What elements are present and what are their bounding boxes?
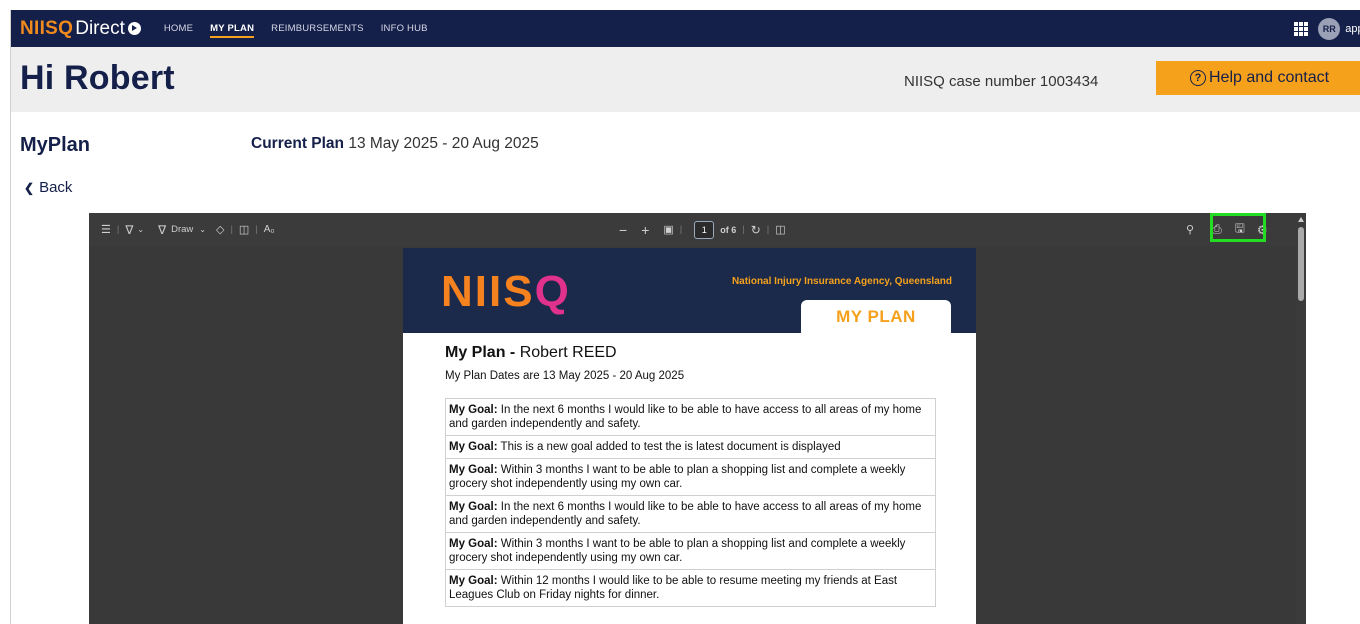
back-link[interactable]: ❮ Back bbox=[24, 179, 72, 196]
goal-row: My Goal: This is a new goal added to tes… bbox=[445, 436, 936, 459]
nav-my-plan[interactable]: MY PLAN bbox=[210, 10, 255, 47]
goal-row: My Goal: In the next 6 months I would li… bbox=[445, 496, 936, 533]
app-frame: NIISQ Direct HOME MY PLAN REIMBURSEMENTS… bbox=[10, 10, 1360, 624]
nav-right: RR appi bbox=[1294, 10, 1360, 47]
page-view-icon[interactable]: ◫ bbox=[775, 223, 785, 236]
print-save-highlight bbox=[1210, 213, 1266, 242]
current-plan: Current Plan 13 May 2025 - 20 Aug 2025 bbox=[251, 135, 539, 153]
zoom-out-button[interactable]: − bbox=[619, 222, 627, 238]
page-number-input[interactable]: 1 bbox=[694, 220, 715, 239]
back-label: Back bbox=[39, 179, 73, 196]
pdf-viewer: ☰ | ∇ ⌄ ∇ Draw ⌄ ◇ | ◫ | A₀ − + ▣ | 1 of… bbox=[89, 213, 1306, 624]
current-plan-label: Current Plan bbox=[251, 135, 345, 152]
search-icon[interactable]: ⚲ bbox=[1186, 223, 1194, 236]
toolbar-left: ☰ | ∇ ⌄ ∇ Draw ⌄ ◇ | ◫ | A₀ bbox=[101, 222, 275, 237]
draw-icon[interactable]: ∇ bbox=[158, 223, 166, 237]
draw-label[interactable]: Draw bbox=[171, 224, 193, 235]
current-plan-dates: 13 May 2025 - 20 Aug 2025 bbox=[348, 135, 539, 152]
goal-row: My Goal: Within 3 months I want to be ab… bbox=[445, 533, 936, 570]
page-title: Hi Robert bbox=[20, 59, 175, 97]
agency-name: National Injury Insurance Agency, Queens… bbox=[731, 276, 952, 287]
document-header: NIISQ National Injury Insurance Agency, … bbox=[403, 248, 976, 333]
highlight-dropdown-icon[interactable]: ⌄ bbox=[137, 225, 144, 234]
brand-arrow-icon bbox=[127, 22, 141, 35]
document-page: NIISQ National Injury Insurance Agency, … bbox=[403, 248, 976, 624]
pdf-toolbar: ☰ | ∇ ⌄ ∇ Draw ⌄ ◇ | ◫ | A₀ − + ▣ | 1 of… bbox=[89, 213, 1306, 246]
highlight-icon[interactable]: ∇ bbox=[125, 223, 133, 237]
text-box-icon[interactable]: ◫ bbox=[239, 223, 249, 236]
app-name[interactable]: appi bbox=[1345, 23, 1360, 35]
nav-home[interactable]: HOME bbox=[164, 10, 193, 47]
case-number: NIISQ case number 1003434 bbox=[904, 73, 1099, 90]
list-icon[interactable]: ☰ bbox=[101, 223, 111, 236]
my-plan-tab: MY PLAN bbox=[801, 300, 951, 333]
top-nav: NIISQ Direct HOME MY PLAN REIMBURSEMENTS… bbox=[11, 10, 1360, 47]
nav-info-hub[interactable]: INFO HUB bbox=[381, 10, 428, 47]
nav-links: HOME MY PLAN REIMBURSEMENTS INFO HUB bbox=[164, 10, 445, 47]
brand-niisq: NIISQ bbox=[20, 18, 74, 39]
apps-grid-icon[interactable] bbox=[1294, 21, 1309, 36]
avatar[interactable]: RR bbox=[1318, 17, 1341, 40]
document-title: My Plan - Robert REED bbox=[445, 344, 617, 361]
viewer-scrollbar[interactable] bbox=[1296, 213, 1306, 624]
zoom-in-button[interactable]: + bbox=[641, 222, 649, 238]
fit-page-icon[interactable]: ▣ bbox=[663, 223, 673, 236]
rotate-icon[interactable]: ↻ bbox=[751, 223, 761, 237]
niisq-logo: NIISQ bbox=[441, 267, 571, 316]
toolbar-center: − + ▣ | 1 of 6 | ↻ | ◫ bbox=[619, 220, 786, 239]
draw-dropdown-icon[interactable]: ⌄ bbox=[199, 225, 206, 234]
help-icon: ? bbox=[1190, 70, 1206, 86]
brand-direct: Direct bbox=[75, 18, 125, 39]
scroll-up-icon[interactable] bbox=[1298, 217, 1304, 222]
read-aloud-icon[interactable]: A₀ bbox=[264, 224, 275, 235]
goal-row: My Goal: In the next 6 months I would li… bbox=[445, 399, 936, 436]
goal-row: My Goal: Within 3 months I want to be ab… bbox=[445, 459, 936, 496]
eraser-icon[interactable]: ◇ bbox=[216, 223, 224, 236]
brand-logo[interactable]: NIISQ Direct bbox=[20, 19, 141, 38]
goals-table: My Goal: In the next 6 months I would li… bbox=[445, 398, 936, 607]
goal-row: My Goal: Within 12 months I would like t… bbox=[445, 570, 936, 607]
scroll-thumb[interactable] bbox=[1298, 227, 1304, 301]
page-total: of 6 bbox=[720, 224, 737, 235]
plan-dates: My Plan Dates are 13 May 2025 - 20 Aug 2… bbox=[445, 370, 685, 382]
chevron-left-icon: ❮ bbox=[24, 180, 35, 195]
help-contact-button[interactable]: ? Help and contact bbox=[1156, 61, 1360, 95]
plan-row: MyPlan Current Plan 13 May 2025 - 20 Aug… bbox=[11, 130, 1360, 156]
myplan-heading: MyPlan bbox=[20, 134, 91, 156]
nav-reimbursements[interactable]: REIMBURSEMENTS bbox=[271, 10, 364, 47]
greeting-band: Hi Robert NIISQ case number 1003434 ? He… bbox=[11, 47, 1360, 112]
help-contact-label: Help and contact bbox=[1209, 69, 1330, 86]
